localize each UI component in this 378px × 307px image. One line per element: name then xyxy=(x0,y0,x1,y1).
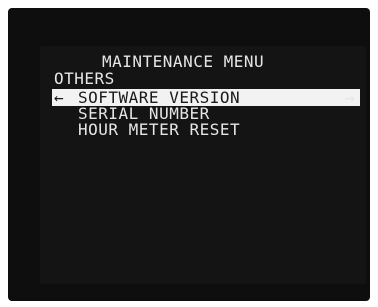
left-arrow-icon: ← xyxy=(54,88,65,107)
monitor-frame: MAINTENANCE MENU OTHERS ← SOFTWARE VERSI… xyxy=(8,8,370,301)
menu-item-label: HOUR METER RESET xyxy=(78,120,241,139)
osd-screen: MAINTENANCE MENU OTHERS ← SOFTWARE VERSI… xyxy=(40,46,366,284)
section-label: OTHERS xyxy=(54,69,115,88)
right-arrow-icon: → xyxy=(345,88,356,107)
menu-item-hour-meter-reset[interactable]: HOUR METER RESET xyxy=(52,122,360,138)
menu-title: MAINTENANCE MENU xyxy=(102,52,265,71)
